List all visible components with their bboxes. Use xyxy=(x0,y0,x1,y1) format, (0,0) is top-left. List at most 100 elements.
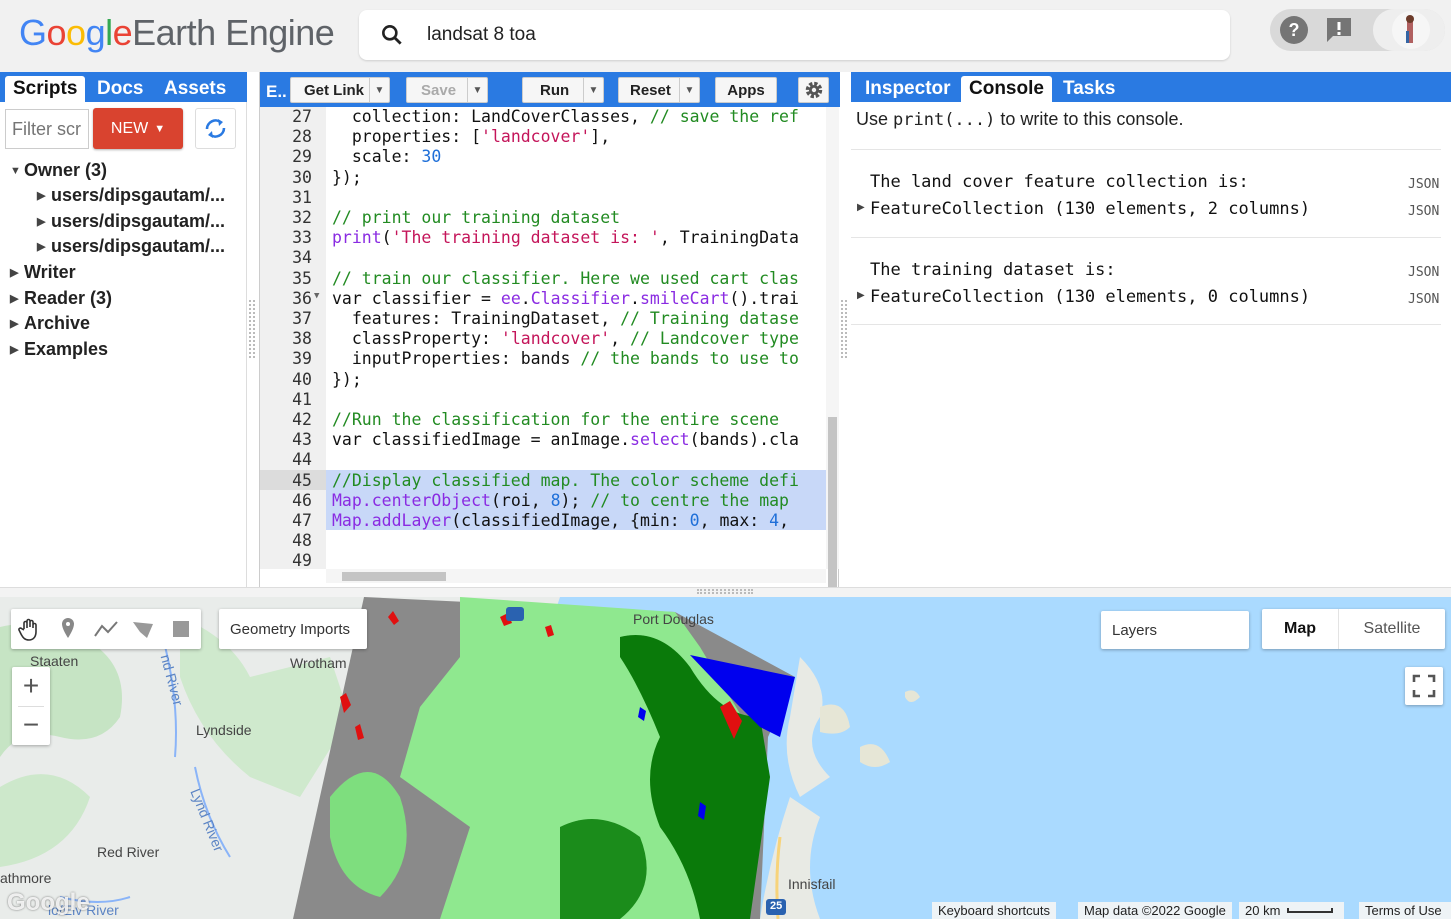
tree-item-archive[interactable]: ▶ Archive xyxy=(10,311,90,335)
tab-console[interactable]: Console xyxy=(961,76,1052,102)
code-line[interactable]: var classifier = ee.Classifier.smileCart… xyxy=(332,289,799,309)
json-link[interactable]: JSON xyxy=(1408,204,1439,219)
tab-inspector[interactable]: Inspector xyxy=(857,76,959,102)
line-number: 29 xyxy=(292,147,312,167)
map-type-control: Map Satellite xyxy=(1262,609,1445,649)
json-link[interactable]: JSON xyxy=(1408,265,1439,280)
code-line[interactable]: features: TrainingDataset, // Training d… xyxy=(332,309,799,329)
zoom-out-icon[interactable]: − xyxy=(12,706,50,745)
code-area[interactable]: 27 28 29 30 31 32 33 34 35 36 37 38 39 40 41 42 43 44 45 46… xyxy=(260,107,826,569)
tab-docs[interactable]: Docs xyxy=(89,76,151,102)
console-entry-value[interactable]: FeatureCollection (130 elements, 0 colum… xyxy=(870,287,1310,307)
resize-handle[interactable] xyxy=(841,300,847,358)
code-line[interactable]: collection: LandCoverClasses, // save th… xyxy=(332,107,799,127)
chevron-down-icon[interactable]: ▼ xyxy=(467,78,487,102)
vertical-scroll-thumb[interactable] xyxy=(828,417,837,592)
line-tool-icon[interactable] xyxy=(91,614,121,644)
tree-item-repo[interactable]: ▶ users/dipsgautam/... xyxy=(37,234,225,258)
search-box[interactable] xyxy=(359,10,1230,60)
rectangle-tool-icon[interactable] xyxy=(166,614,196,644)
chevron-down-icon[interactable]: ▼ xyxy=(583,78,603,102)
left-panel-tabbar: Scripts Docs Assets xyxy=(0,72,247,102)
code-line[interactable]: scale: 30 xyxy=(332,147,441,167)
map-type-satellite-button[interactable]: Satellite xyxy=(1338,609,1445,649)
line-number: 43 xyxy=(292,430,312,450)
code-line[interactable]: //Run the classification for the entire … xyxy=(332,410,779,430)
tree-item-reader[interactable]: ▶ Reader (3) xyxy=(10,286,112,310)
console-output: Use print(...) to write to this console.… xyxy=(851,102,1451,587)
tab-assets[interactable]: Assets xyxy=(156,76,234,102)
map-scale[interactable]: 20 km xyxy=(1239,902,1344,919)
tab-scripts[interactable]: Scripts xyxy=(5,76,86,102)
help-icon[interactable]: ? xyxy=(1279,15,1309,45)
map-type-map-button[interactable]: Map xyxy=(1262,609,1338,649)
code-line[interactable]: // train our classifier. Here we used ca… xyxy=(332,269,799,289)
fold-arrow-icon[interactable]: ▼ xyxy=(314,291,319,301)
user-avatar[interactable] xyxy=(1373,9,1445,51)
save-button[interactable]: Save ▼ xyxy=(406,77,488,103)
layers-button[interactable]: Layers xyxy=(1101,611,1249,649)
code-line[interactable]: Map.centerObject(roi, 8); // to centre t… xyxy=(332,491,789,511)
map-view[interactable]: Staaten Wrotham Lyndside Red River Port … xyxy=(0,597,1451,919)
settings-button[interactable] xyxy=(798,77,829,103)
horizontal-scrollbar[interactable] xyxy=(326,569,826,583)
splitter-grip[interactable] xyxy=(697,589,753,594)
tab-tasks[interactable]: Tasks xyxy=(1055,76,1123,102)
new-button[interactable]: NEW ▼ xyxy=(93,108,183,149)
chevron-down-icon[interactable]: ▼ xyxy=(369,78,389,102)
expand-arrow-icon[interactable]: ▶ xyxy=(857,290,865,301)
chevron-down-icon: ▼ xyxy=(154,122,166,135)
get-link-button[interactable]: Get Link ▼ xyxy=(290,77,390,103)
run-button[interactable]: Run ▼ xyxy=(522,77,604,103)
polygon-tool-icon[interactable] xyxy=(128,614,158,644)
pan-hand-icon[interactable] xyxy=(15,614,45,644)
json-link[interactable]: JSON xyxy=(1408,292,1439,307)
editor-tab[interactable]: E.. xyxy=(263,76,290,107)
feedback-icon[interactable] xyxy=(1324,15,1354,45)
code-line[interactable]: }); xyxy=(332,168,362,188)
line-number: 37 xyxy=(292,309,312,328)
terms-of-use-link[interactable]: Terms of Use xyxy=(1359,902,1451,919)
svg-text:?: ? xyxy=(1289,20,1300,40)
code-line[interactable]: // print our training dataset xyxy=(332,208,620,228)
tree-item-writer[interactable]: ▶ Writer xyxy=(10,260,76,284)
tree-item-owner[interactable]: ▼ Owner (3) xyxy=(10,158,107,182)
vertical-scrollbar[interactable] xyxy=(826,107,839,592)
code-line[interactable]: }); xyxy=(332,370,362,390)
code-line[interactable]: var classifiedImage = anImage.select(ban… xyxy=(332,430,799,450)
gear-icon xyxy=(805,81,822,99)
collapsed-arrow-icon: ▶ xyxy=(10,293,19,306)
chevron-down-icon[interactable]: ▼ xyxy=(679,78,699,102)
zoom-in-icon[interactable]: + xyxy=(12,667,50,706)
tree-item-repo[interactable]: ▶ users/dipsgautam/... xyxy=(37,183,225,207)
horizontal-scroll-thumb[interactable] xyxy=(342,572,446,581)
code-line[interactable]: //Display classified map. The color sche… xyxy=(332,471,799,491)
filter-scripts-input[interactable] xyxy=(5,109,89,149)
json-link[interactable]: JSON xyxy=(1408,177,1439,192)
line-number: 40 xyxy=(292,369,312,389)
earth-engine-logo[interactable]: GoogleEarth Engine xyxy=(19,12,335,54)
point-marker-icon[interactable] xyxy=(53,614,83,644)
code-line[interactable]: print('The training dataset is: ', Train… xyxy=(332,228,799,248)
console-hint: Use print(...) to write to this console. xyxy=(856,109,1184,130)
map-splitter[interactable] xyxy=(0,587,1451,597)
code-line[interactable]: properties: ['landcover'], xyxy=(332,127,610,147)
tree-item-repo[interactable]: ▶ users/dipsgautam/... xyxy=(37,209,225,233)
search-input[interactable] xyxy=(427,21,1207,49)
resize-handle[interactable] xyxy=(249,300,255,358)
expand-arrow-icon[interactable]: ▶ xyxy=(857,202,865,213)
place-label-lyndside: Lyndside xyxy=(196,722,252,738)
geometry-imports-button[interactable]: Geometry Imports xyxy=(219,609,367,649)
code-line[interactable]: Map.addLayer(classifiedImage, {min: 0, m… xyxy=(332,511,789,531)
code-line[interactable]: inputProperties: bands // the bands to u… xyxy=(332,349,799,369)
tree-item-examples[interactable]: ▶ Examples xyxy=(10,337,108,361)
keyboard-shortcuts-link[interactable]: Keyboard shortcuts xyxy=(932,902,1057,919)
reset-button[interactable]: Reset ▼ xyxy=(618,77,700,103)
line-number: 27 xyxy=(292,107,312,126)
console-entry-value[interactable]: FeatureCollection (130 elements, 2 colum… xyxy=(870,199,1310,219)
fullscreen-button[interactable] xyxy=(1405,667,1443,705)
refresh-button[interactable] xyxy=(195,108,236,149)
divider xyxy=(851,324,1441,325)
code-line[interactable]: classProperty: 'landcover', // Landcover… xyxy=(332,329,799,349)
apps-button[interactable]: Apps xyxy=(715,77,777,103)
